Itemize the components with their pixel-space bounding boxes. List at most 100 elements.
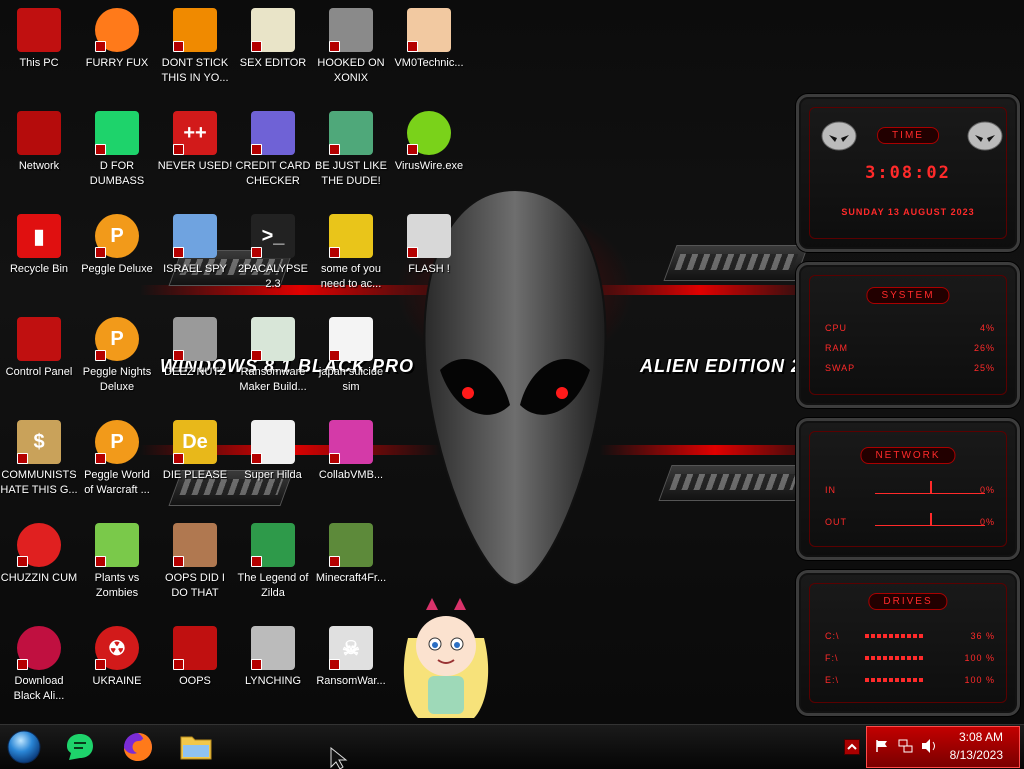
desktop-icon[interactable]: VM0Technic...: [390, 0, 468, 71]
desktop-icon[interactable]: LYNCHING: [234, 618, 312, 689]
time-widget-date: SUNDAY 13 AUGUST 2023: [841, 207, 975, 217]
taskbar-file-explorer[interactable]: [178, 729, 214, 765]
desktop-icon[interactable]: FLASH !: [390, 206, 468, 277]
action-center-flag-icon[interactable]: [875, 739, 889, 753]
desktop-icon[interactable]: Download Black Ali...: [0, 618, 78, 704]
desktop-icon-label: DONT STICK THIS IN YO...: [161, 57, 229, 84]
desktop-icon[interactable]: ISRAEL SPY: [156, 206, 234, 277]
desktop-icon[interactable]: ▮ Recycle Bin: [0, 206, 78, 277]
pixel-dog-icon: [251, 420, 295, 464]
shortcut-badge-icon: [173, 247, 184, 258]
desktop-icon[interactable]: Ransomware Maker Build...: [234, 309, 312, 395]
wallpaper-title-right: ALIEN EDITION 20: [640, 356, 814, 376]
taskbar-firefox[interactable]: [120, 729, 156, 765]
desktop-icon[interactable]: Control Panel: [0, 309, 78, 380]
control-panel-icon: [17, 317, 61, 361]
taskbar-chat-app[interactable]: [62, 729, 98, 765]
desktop-icon[interactable]: >_ 2PACALYPSE 2.3: [234, 206, 312, 292]
wallpaper-plate: [663, 245, 809, 281]
network-icon[interactable]: [897, 738, 913, 754]
desktop-icon[interactable]: P Peggle Nights Deluxe: [78, 309, 156, 395]
desktop-icon[interactable]: SEX EDITOR: [234, 0, 312, 71]
stat-value: 100 %: [964, 653, 995, 663]
shortcut-badge-icon: [173, 453, 184, 464]
tray-clock-time[interactable]: 3:08 AM: [959, 730, 1003, 744]
desktop-icon[interactable]: Network: [0, 103, 78, 174]
collab-icon: [329, 420, 373, 464]
desktop-icon[interactable]: DEEZ NUTZ: [156, 309, 234, 380]
document-icon: [329, 317, 373, 361]
desktop-icon[interactable]: BE JUST LIKE THE DUDE!: [312, 103, 390, 189]
show-hidden-icons-button[interactable]: [844, 739, 860, 755]
widget-stat-row: E:\ 100 %: [825, 675, 995, 685]
widget-stat-row: F:\ 100 %: [825, 653, 995, 663]
desktop-icon[interactable]: The Legend of Zilda: [234, 515, 312, 601]
start-button[interactable]: [6, 729, 42, 765]
wallpaper-streak: [580, 285, 820, 295]
xonix-icon: [329, 8, 373, 52]
desktop-icon[interactable]: D FOR DUMBASS: [78, 103, 156, 189]
desktop-icon[interactable]: ++ NEVER USED!: [156, 103, 234, 174]
desktop-icon-label: UKRAINE: [92, 675, 142, 687]
desktop-icon-label: LYNCHING: [244, 675, 302, 687]
desktop-icon[interactable]: DONT STICK THIS IN YO...: [156, 0, 234, 86]
shortcut-badge-icon: [173, 41, 184, 52]
shortcut-badge-icon: [251, 453, 262, 464]
radiation-icon: ☢: [95, 626, 139, 670]
desktop-icon[interactable]: $ COMMUNISTS HATE THIS G...: [0, 412, 78, 498]
shortcut-badge-icon: [251, 350, 262, 361]
system-widget-title: SYSTEM: [866, 287, 950, 304]
shortcut-badge-icon: [407, 41, 418, 52]
desktop-icon[interactable]: japan suicide sim: [312, 309, 390, 395]
stat-value: 36 %: [970, 631, 995, 641]
traffic-graph: [875, 511, 985, 526]
desktop-icon-label: Download Black Ali...: [13, 675, 65, 702]
drive-usage-bar: [865, 656, 925, 660]
icon-glyph: [17, 111, 61, 155]
desktop-icon[interactable]: This PC: [0, 0, 78, 71]
network-icon: [17, 111, 61, 155]
desktop-icon[interactable]: ☢ UKRAINE: [78, 618, 156, 689]
time-widget: TIME 3:08:02 SUNDAY 13 AUGUST 2023: [796, 94, 1020, 252]
widget-stat-row: CPU 4%: [825, 323, 995, 333]
desktop-icon[interactable]: Minecraft4Fr...: [312, 515, 390, 586]
shortcut-badge-icon: [173, 556, 184, 567]
widget-stat-row: RAM 26%: [825, 343, 995, 353]
desktop-icon-label: Ransomware Maker Build...: [239, 366, 307, 393]
desktop-icon[interactable]: HOOKED ON XONIX: [312, 0, 390, 86]
desktop-icon-label: Minecraft4Fr...: [315, 572, 387, 584]
desktop-icon[interactable]: CREDIT CARD CHECKER: [234, 103, 312, 189]
tray-clock-date[interactable]: 8/13/2023: [950, 748, 1003, 762]
icon-glyph: [17, 317, 61, 361]
desktop-icon-label: VirusWire.exe: [394, 160, 464, 172]
desktop-icon[interactable]: VirusWire.exe: [390, 103, 468, 174]
desktop-icon[interactable]: Plants vs Zombies: [78, 515, 156, 601]
desktop-icon[interactable]: OOPS DID I DO THAT: [156, 515, 234, 601]
desktop-icon[interactable]: P Peggle World of Warcraft ...: [78, 412, 156, 498]
desktop-icon[interactable]: P Peggle Deluxe: [78, 206, 156, 277]
volume-icon[interactable]: [921, 738, 939, 754]
desktop-icon[interactable]: some of you need to ac...: [312, 206, 390, 292]
desktop-icon[interactable]: CHUZZIN CUM: [0, 515, 78, 586]
desktop-icon[interactable]: ☠ RansomWar...: [312, 618, 390, 689]
cartoon-character-sticker: [403, 598, 489, 718]
shortcut-badge-icon: [173, 350, 184, 361]
desktop-icon[interactable]: FURRY FUX: [78, 0, 156, 71]
stat-value: 0%: [979, 517, 995, 527]
alien-logo-icon: [821, 121, 857, 151]
desktop-icon-label: Recycle Bin: [9, 263, 69, 275]
shortcut-badge-icon: [17, 556, 28, 567]
shortcut-badge-icon: [95, 556, 106, 567]
desktop[interactable]: WINDOWS 8.1 BLACK PRO ALIEN EDITION 20 T…: [0, 0, 1024, 724]
desktop-icon-label: HOOKED ON XONIX: [317, 57, 385, 84]
stat-label: IN: [825, 485, 836, 495]
desktop-icon-label: RansomWar...: [316, 675, 386, 687]
desktop-icon-label: BE JUST LIKE THE DUDE!: [315, 160, 387, 187]
desktop-icon[interactable]: De DIE PLEASE: [156, 412, 234, 483]
link-icon: [251, 523, 295, 567]
desktop-icon[interactable]: CollabVMB...: [312, 412, 390, 483]
desktop-icon[interactable]: Super Hilda: [234, 412, 312, 483]
desktop-icon[interactable]: OOPS: [156, 618, 234, 689]
wallpaper-plate: [658, 465, 809, 501]
widget-stat-row: OUT 0%: [825, 513, 995, 527]
